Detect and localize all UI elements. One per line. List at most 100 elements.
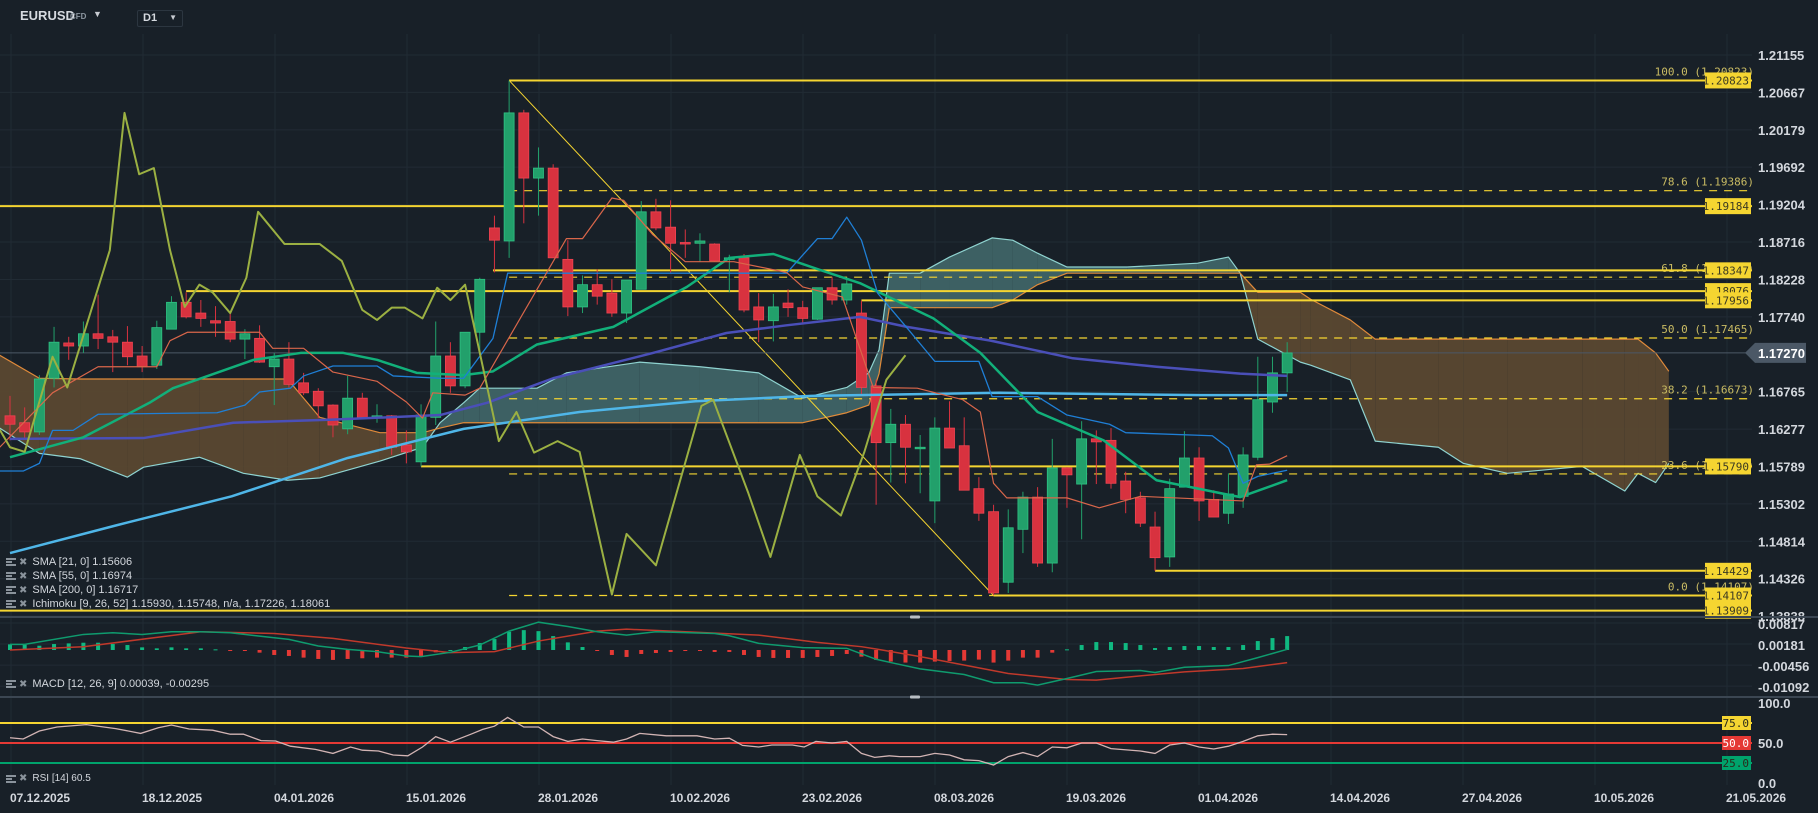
indicator-settings-icon[interactable]	[6, 572, 16, 580]
indicator-settings-icon[interactable]	[6, 600, 16, 608]
candle-bearish[interactable]	[1120, 471, 1132, 514]
candle-bearish[interactable]	[1208, 490, 1220, 518]
candle-bearish[interactable]	[122, 326, 133, 366]
remove-indicator-icon[interactable]: ✖	[19, 557, 27, 568]
symbol-name[interactable]: EURUSD	[20, 8, 75, 23]
candle-bearish[interactable]	[958, 417, 970, 491]
candle-bearish[interactable]	[973, 477, 985, 521]
macd-histogram-bar	[771, 650, 776, 658]
candle-bearish[interactable]	[856, 300, 867, 396]
remove-indicator-icon[interactable]: ✖	[19, 599, 27, 610]
date-axis-label: 14.04.2026	[1330, 791, 1390, 805]
candle-bullish[interactable]	[635, 201, 647, 290]
date-axis-label: 23.02.2026	[802, 791, 862, 805]
candle-bullish[interactable]	[694, 233, 706, 262]
macd-histogram-bar	[1035, 650, 1040, 658]
candle-bullish[interactable]	[885, 408, 897, 483]
candle-bullish[interactable]	[48, 326, 60, 388]
candle-bearish[interactable]	[826, 277, 838, 305]
candle-bullish[interactable]	[1076, 421, 1088, 540]
macd-histogram-bar	[1006, 650, 1011, 661]
candle-bullish[interactable]	[1046, 438, 1058, 573]
remove-indicator-icon[interactable]: ✖	[19, 585, 27, 596]
candle-bullish[interactable]	[1252, 356, 1264, 461]
candle-bullish[interactable]	[1223, 473, 1234, 524]
candle-bearish[interactable]	[870, 379, 882, 505]
macd-histogram-bar	[228, 650, 233, 651]
candle-bullish[interactable]	[371, 404, 383, 423]
pane-resize-handle[interactable]	[910, 615, 920, 619]
macd-histogram-bar	[286, 650, 291, 656]
remove-indicator-icon[interactable]: ✖	[19, 571, 27, 582]
candle-bearish[interactable]	[489, 215, 500, 273]
candle-bullish[interactable]	[239, 329, 251, 360]
candle-bearish[interactable]	[562, 240, 574, 317]
candle-bullish[interactable]	[914, 434, 926, 494]
candle-bearish[interactable]	[753, 293, 765, 343]
indicator-settings-icon[interactable]	[6, 774, 16, 783]
candle-bearish[interactable]	[444, 342, 456, 393]
candle-bullish[interactable]	[503, 80, 515, 258]
candle-bearish[interactable]	[782, 289, 794, 317]
macd-histogram-bar	[1153, 648, 1158, 650]
remove-indicator-icon[interactable]: ✖	[19, 679, 27, 690]
candle-bullish[interactable]	[1267, 356, 1278, 413]
candle-bearish[interactable]	[107, 329, 119, 373]
indicator-settings-icon[interactable]	[6, 586, 16, 594]
cloud-segment-bullish	[440, 402, 464, 429]
macd-histogram-bar	[1050, 650, 1055, 653]
symbol-dropdown-caret-icon[interactable]: ▼	[93, 9, 102, 19]
candle-bearish[interactable]	[1149, 511, 1161, 571]
cloud-segment-bearish	[1438, 339, 1464, 464]
candle-bullish[interactable]	[151, 320, 163, 370]
candle-bullish[interactable]	[342, 375, 354, 435]
candle-bullish[interactable]	[166, 296, 177, 330]
candle-bearish[interactable]	[797, 300, 809, 324]
macd-signal-line	[9, 628, 1288, 681]
timeframe-select[interactable]: D1 ▼	[137, 10, 183, 27]
candle-bearish[interactable]	[195, 300, 207, 327]
macd-histogram-bar	[844, 650, 849, 654]
candle-bearish[interactable]	[591, 269, 603, 305]
candle-bearish[interactable]	[988, 504, 999, 596]
pane-resize-handle[interactable]	[910, 695, 920, 699]
candle-bearish[interactable]	[1193, 447, 1205, 521]
candle-bullish[interactable]	[577, 275, 588, 314]
candle-bearish[interactable]	[547, 164, 559, 259]
candle-bullish[interactable]	[1179, 431, 1190, 488]
rsi-axis-tick: 100.0	[1758, 696, 1791, 711]
indicator-settings-icon[interactable]	[6, 680, 16, 688]
candle-bearish[interactable]	[224, 313, 236, 343]
candle-bearish[interactable]	[665, 200, 676, 273]
candle-bullish[interactable]	[474, 277, 486, 353]
candle-bearish[interactable]	[92, 294, 104, 350]
candle-bearish[interactable]	[356, 392, 368, 419]
candle-bearish[interactable]	[709, 243, 721, 262]
candle-bearish[interactable]	[1105, 428, 1117, 489]
remove-indicator-icon[interactable]: ✖	[19, 773, 27, 784]
candle-bullish[interactable]	[1237, 447, 1249, 508]
candle-bearish[interactable]	[136, 346, 148, 373]
candle-bearish[interactable]	[679, 229, 691, 258]
candle-bearish[interactable]	[944, 401, 955, 449]
trading-chart[interactable]: 100.0 (1.20823)78.6 (1.19386)61.8 (1.182…	[0, 0, 1818, 813]
candle-bearish[interactable]	[650, 198, 662, 231]
date-axis-label: 15.01.2026	[406, 791, 466, 805]
candle-bullish[interactable]	[767, 293, 779, 342]
candle-bearish[interactable]	[900, 415, 911, 484]
candle-bearish[interactable]	[1032, 487, 1043, 567]
candle-body	[900, 423, 911, 448]
candle-bullish[interactable]	[1002, 509, 1014, 593]
candle-bearish[interactable]	[606, 279, 618, 317]
candle-bullish[interactable]	[459, 331, 471, 389]
indicator-settings-icon[interactable]	[6, 558, 16, 566]
candle-bullish[interactable]	[812, 287, 823, 320]
candle-bullish[interactable]	[929, 417, 941, 524]
macd-histogram-bar	[815, 650, 820, 657]
candle-bearish[interactable]	[63, 336, 75, 360]
candle-bearish[interactable]	[283, 342, 295, 388]
candle-bullish[interactable]	[1017, 491, 1029, 554]
price-axis-tick: 1.17740	[1758, 310, 1805, 325]
candle-bearish[interactable]	[1061, 467, 1073, 508]
candle-bullish[interactable]	[1164, 478, 1176, 567]
